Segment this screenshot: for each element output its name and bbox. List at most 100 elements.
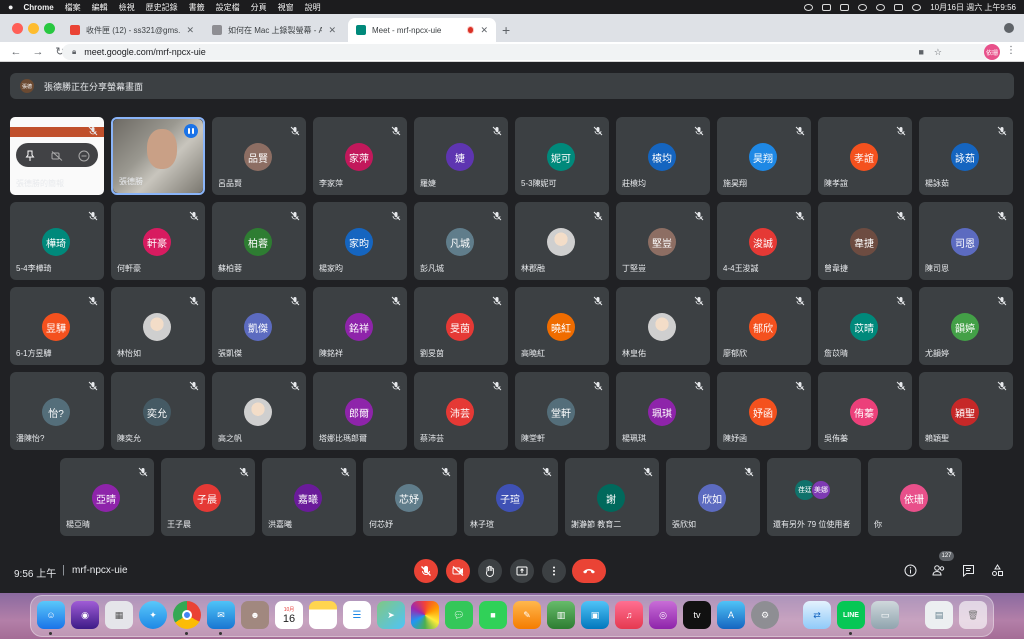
- participant-tile[interactable]: 妮可 5-3陳妮可: [515, 117, 609, 195]
- menu-app-name[interactable]: Chrome: [23, 3, 53, 12]
- maps-icon[interactable]: ➤: [377, 601, 405, 629]
- menu-view[interactable]: 檢視: [119, 2, 135, 13]
- your-tile[interactable]: 依珊你: [868, 458, 962, 536]
- tab-apple-support[interactable]: 如何在 Mac 上錄製螢幕 - Apple ✕: [204, 18, 344, 42]
- more-options-button[interactable]: [542, 559, 566, 583]
- camera-toggle-button[interactable]: [446, 559, 470, 583]
- raise-hand-button[interactable]: [478, 559, 502, 583]
- participant-tile[interactable]: 家昀 楊家昀: [313, 202, 407, 280]
- participant-tile[interactable]: 昱驊 6-1方昱驊: [10, 287, 104, 365]
- close-window-button[interactable]: [12, 23, 23, 34]
- menu-window[interactable]: 視窗: [278, 2, 294, 13]
- participant-tile[interactable]: 林皇佑: [616, 287, 710, 365]
- meeting-details-button[interactable]: [901, 561, 919, 579]
- trash-icon[interactable]: 🗑︎: [959, 601, 987, 629]
- app-store-icon[interactable]: A: [717, 601, 745, 629]
- lock-icon[interactable]: 🔒︎: [72, 47, 76, 57]
- participant-tile[interactable]: 奕允 陳奕允: [111, 372, 205, 450]
- profile-avatar[interactable]: 依珊: [984, 44, 1000, 60]
- menu-help[interactable]: 說明: [305, 2, 321, 13]
- wifi-icon[interactable]: [858, 3, 868, 11]
- notes-icon[interactable]: [309, 601, 337, 629]
- participant-tile[interactable]: 家萍 李家萍: [313, 117, 407, 195]
- hide-video-icon[interactable]: [51, 149, 63, 161]
- participant-tile[interactable]: 珮琪 楊珮琪: [616, 372, 710, 450]
- tab-gmail[interactable]: 收件匣 (12) - ss321@gms.ndhu ✕: [62, 18, 202, 42]
- participant-tile[interactable]: 樺琦 5-4李樺琦: [10, 202, 104, 280]
- siri-app-icon[interactable]: ◉: [71, 601, 99, 629]
- finder-icon[interactable]: ☺: [37, 601, 65, 629]
- back-button[interactable]: ←: [10, 46, 22, 58]
- more-participants-tile[interactable]: 荏廷 美娜 還有另外 79 位使用者: [767, 458, 861, 536]
- system-preferences-icon[interactable]: ⚙: [751, 601, 779, 629]
- self-video-tile[interactable]: 張德勝: [111, 117, 205, 195]
- remove-icon[interactable]: [78, 149, 90, 162]
- presentation-tile[interactable]: 張德勝的簡報: [10, 117, 104, 195]
- participant-tile[interactable]: 子晨 王子晨: [161, 458, 255, 536]
- participant-tile[interactable]: 欣如 張欣如: [666, 458, 760, 536]
- participant-tile[interactable]: 芯妤 何芯妤: [363, 458, 457, 536]
- bookmark-star-icon[interactable]: ☆: [934, 47, 942, 58]
- keynote-icon[interactable]: ▣: [581, 601, 609, 629]
- control-center-icon[interactable]: [894, 3, 904, 11]
- messages-icon[interactable]: 💬︎: [445, 601, 473, 629]
- participant-tile[interactable]: 子瑄 林子瑄: [464, 458, 558, 536]
- participant-tile[interactable]: 亞晴 楊亞晴: [60, 458, 154, 536]
- menu-bookmarks[interactable]: 書籤: [189, 2, 205, 13]
- participant-tile[interactable]: 婕羅婕: [414, 117, 508, 195]
- participant-tile[interactable]: 林怡如: [111, 287, 205, 365]
- menu-edit[interactable]: 編輯: [92, 2, 108, 13]
- participant-tile[interactable]: 詠茹 楊詠茹: [919, 117, 1013, 195]
- safari-icon[interactable]: ✦: [139, 601, 167, 629]
- apple-menu-icon[interactable]: ●: [8, 2, 13, 12]
- participant-tile[interactable]: 郎爾 塔娜比瑪郎爾: [313, 372, 407, 450]
- participant-tile[interactable]: 凡城 彭凡城: [414, 202, 508, 280]
- address-bar[interactable]: 🔒︎ meet.google.com/mrf-npcx-uie ■ ☆: [62, 44, 992, 60]
- reminders-icon[interactable]: ☰: [343, 601, 371, 629]
- participant-tile[interactable]: 凱傑 張凱傑: [212, 287, 306, 365]
- menu-history[interactable]: 歷史記錄: [146, 2, 178, 13]
- siri-icon[interactable]: [912, 3, 922, 11]
- search-icon[interactable]: [876, 3, 886, 11]
- participant-tile[interactable]: 軒豪 何軒豪: [111, 202, 205, 280]
- tab-meet[interactable]: Meet - mrf-npcx-uie ✕: [348, 18, 496, 42]
- zoom-window-button[interactable]: [44, 23, 55, 34]
- mail-icon[interactable]: ✉: [207, 601, 235, 629]
- menu-profiles[interactable]: 設定檔: [216, 2, 240, 13]
- menu-file[interactable]: 檔案: [65, 2, 81, 13]
- close-tab-icon[interactable]: ✕: [186, 25, 194, 36]
- chat-button[interactable]: [959, 561, 977, 579]
- line-icon[interactable]: LINE: [837, 601, 865, 629]
- screen-recording-icon[interactable]: [804, 3, 814, 11]
- participant-tile[interactable]: 曉紅 高曉紅: [515, 287, 609, 365]
- close-tab-icon[interactable]: ✕: [480, 25, 488, 36]
- menu-tab[interactable]: 分頁: [251, 2, 267, 13]
- mic-toggle-button[interactable]: [414, 559, 438, 583]
- battery-icon[interactable]: [840, 3, 850, 11]
- minimize-window-button[interactable]: [28, 23, 39, 34]
- participant-tile[interactable]: 堅豈 丁堅豈: [616, 202, 710, 280]
- participant-tile[interactable]: 嘉曦 洪嘉曦: [262, 458, 356, 536]
- pin-icon[interactable]: [24, 149, 36, 161]
- participant-tile[interactable]: 榬均 莊榬均: [616, 117, 710, 195]
- downloads-stack-icon[interactable]: ▤: [925, 601, 953, 629]
- participant-tile[interactable]: 穎聖 賴穎聖: [919, 372, 1013, 450]
- meeting-code[interactable]: mrf-npcx-uie: [72, 565, 128, 576]
- photos-icon[interactable]: [411, 601, 439, 629]
- forward-button[interactable]: →: [32, 46, 44, 58]
- participants-button[interactable]: [930, 561, 948, 579]
- participant-tile[interactable]: 妤函 陳妤函: [717, 372, 811, 450]
- activities-button[interactable]: [988, 561, 1006, 579]
- participant-tile[interactable]: 浚誠 4-4王浚誠: [717, 202, 811, 280]
- calendar-icon[interactable]: 10月 16: [275, 601, 303, 629]
- keyboard-input-icon[interactable]: [822, 3, 832, 11]
- contacts-icon[interactable]: ☻: [241, 601, 269, 629]
- participant-tile[interactable]: 林郡融: [515, 202, 609, 280]
- apple-tv-icon[interactable]: tv: [683, 601, 711, 629]
- chrome-icon[interactable]: [173, 601, 201, 629]
- numbers-icon[interactable]: ▥: [547, 601, 575, 629]
- participant-tile[interactable]: 高之帆: [212, 372, 306, 450]
- participant-tile[interactable]: 柏蓉 蘇柏蓉: [212, 202, 306, 280]
- participant-tile[interactable]: 苡晴 詹苡晴: [818, 287, 912, 365]
- leave-call-button[interactable]: [572, 559, 606, 583]
